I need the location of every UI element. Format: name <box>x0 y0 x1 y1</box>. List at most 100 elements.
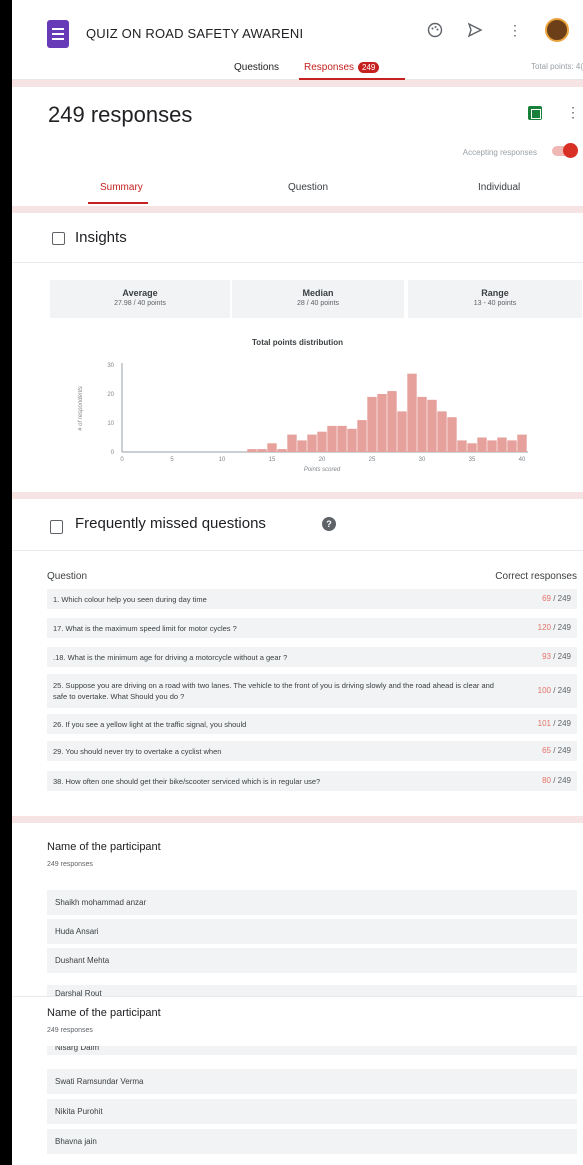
responses-count-badge: 249 <box>358 62 380 73</box>
section-divider <box>12 492 583 499</box>
participant-card-title: Name of the participant <box>47 841 161 853</box>
correct-count: 93 <box>542 652 551 661</box>
google-forms-icon[interactable] <box>47 20 69 48</box>
correct-count: 65 <box>542 746 551 755</box>
form-title[interactable]: QUIZ ON ROAD SAFETY AWARENI <box>86 26 303 41</box>
chart-bar <box>287 434 297 452</box>
stat-value: 28 / 40 points <box>296 300 340 307</box>
list-item: Dushant Mehta <box>47 948 577 973</box>
more-vert-icon[interactable]: ⋮ <box>505 20 525 40</box>
table-row: .18. What is the minimum age for driving… <box>47 647 577 667</box>
column-header-correct: Correct responses <box>495 571 577 582</box>
list-item: Nikita Purohit <box>47 1099 577 1124</box>
chart-bar <box>517 434 527 452</box>
tab-responses[interactable]: Responses 249 <box>304 62 380 73</box>
x-tick-label: 35 <box>469 457 476 463</box>
chart-bar <box>247 449 257 452</box>
chart-bar <box>387 391 397 452</box>
correct-count: 120 <box>537 623 551 632</box>
table-row: 1. Which colour help you seen during day… <box>47 589 577 609</box>
insights-title: Insights <box>75 229 127 246</box>
chart-bar <box>467 443 477 452</box>
chart-bar <box>407 373 417 452</box>
x-tick-label: 40 <box>519 457 526 463</box>
list-item: Shaikh mohammad anzar <box>47 890 577 915</box>
tab-question[interactable]: Question <box>288 182 328 193</box>
x-tick-label: 5 <box>170 457 174 463</box>
total-count: / 249 <box>550 623 571 632</box>
section-divider <box>12 206 583 213</box>
tab-summary[interactable]: Summary <box>100 182 143 193</box>
tab-individual[interactable]: Individual <box>478 182 520 193</box>
chart-bar <box>457 440 467 452</box>
chart-bar <box>267 443 277 452</box>
chart-bar <box>507 440 517 452</box>
stat-average: Average 27.98 / 40 points <box>50 280 230 318</box>
question-text: 25. Suppose you are driving on a road wi… <box>53 681 494 701</box>
question-text: 38. How often one should get their bike/… <box>53 777 321 786</box>
accepting-responses-toggle[interactable] <box>552 143 578 158</box>
table-row: 25. Suppose you are driving on a road wi… <box>47 674 577 708</box>
x-tick-label: 0 <box>120 457 124 463</box>
chart-bar <box>377 394 387 452</box>
list-item: Swati Ramsundar Verma <box>47 1069 577 1094</box>
chart-bar <box>307 434 317 452</box>
accepting-responses-label: Accepting responses <box>462 148 537 157</box>
points-distribution-chart: 0 10 20 30 0 5 10 15 20 25 30 35 40 Points scored # of… <box>78 363 528 473</box>
section-divider <box>12 816 583 823</box>
stat-median: Median 28 / 40 points <box>232 280 404 318</box>
x-tick-label: 10 <box>219 457 226 463</box>
correct-score: 120 / 249 <box>538 623 571 632</box>
x-tick-label: 20 <box>319 457 326 463</box>
chart-bar <box>317 431 327 452</box>
stat-value: 13 - 40 points <box>473 300 517 307</box>
list-item: Darshal Rout <box>47 985 577 996</box>
question-text: 17. What is the maximum speed limit for … <box>53 624 237 633</box>
participant-card-title: Name of the participant <box>47 1007 161 1019</box>
chart-bar <box>397 411 407 452</box>
clipboard-icon <box>50 520 63 534</box>
y-axis-label: # of respondents <box>78 386 84 431</box>
table-row: 29. You should never try to overtake a c… <box>47 741 577 761</box>
app-bar: QUIZ ON ROAD SAFETY AWARENI ⋮ Questions … <box>12 0 583 80</box>
table-row: 26. If you see a yellow light at the tra… <box>47 714 577 734</box>
tab-responses-label: Responses <box>304 62 355 73</box>
stat-value: 27.98 / 40 points <box>114 300 166 307</box>
active-tab-indicator <box>88 202 148 204</box>
help-icon[interactable]: ? <box>322 517 336 531</box>
correct-score: 101 / 249 <box>538 719 571 728</box>
palette-icon[interactable] <box>425 20 445 40</box>
send-icon[interactable] <box>465 20 485 40</box>
sheets-icon[interactable] <box>528 106 542 120</box>
y-tick-label: 30 <box>107 363 114 369</box>
more-vert-icon[interactable]: ⋮ <box>566 104 580 121</box>
x-axis-label: Points scored <box>304 467 341 473</box>
list-item: Bhavna jain <box>47 1129 577 1154</box>
table-row: 17. What is the maximum speed limit for … <box>47 618 577 638</box>
total-count: / 249 <box>550 594 571 603</box>
x-tick-label: 25 <box>369 457 376 463</box>
chart-bar <box>497 437 507 452</box>
chart-bar <box>417 396 427 452</box>
correct-score: 93 / 249 <box>542 652 571 661</box>
stat-label: Average <box>122 288 158 298</box>
chart-bar <box>337 425 347 452</box>
y-tick-label: 10 <box>107 421 114 427</box>
x-tick-label: 30 <box>419 457 426 463</box>
question-text: 29. You should never try to overtake a c… <box>53 747 222 756</box>
chart-bar <box>477 437 487 452</box>
stat-label: Range <box>481 288 509 298</box>
total-count: / 249 <box>550 746 571 755</box>
correct-count: 69 <box>542 594 551 603</box>
chart-bar <box>427 399 437 452</box>
chart-bar <box>437 411 447 452</box>
section-divider <box>12 80 583 87</box>
participant-card-subtitle: 249 responses <box>47 861 93 868</box>
participant-card-subtitle: 249 responses <box>47 1027 93 1034</box>
tab-questions[interactable]: Questions <box>234 62 279 73</box>
total-count: / 249 <box>550 776 571 785</box>
avatar[interactable] <box>545 18 569 42</box>
correct-score: 69 / 249 <box>542 594 571 603</box>
frequently-missed-title: Frequently missed questions <box>75 515 266 532</box>
chart-bar <box>357 420 367 452</box>
